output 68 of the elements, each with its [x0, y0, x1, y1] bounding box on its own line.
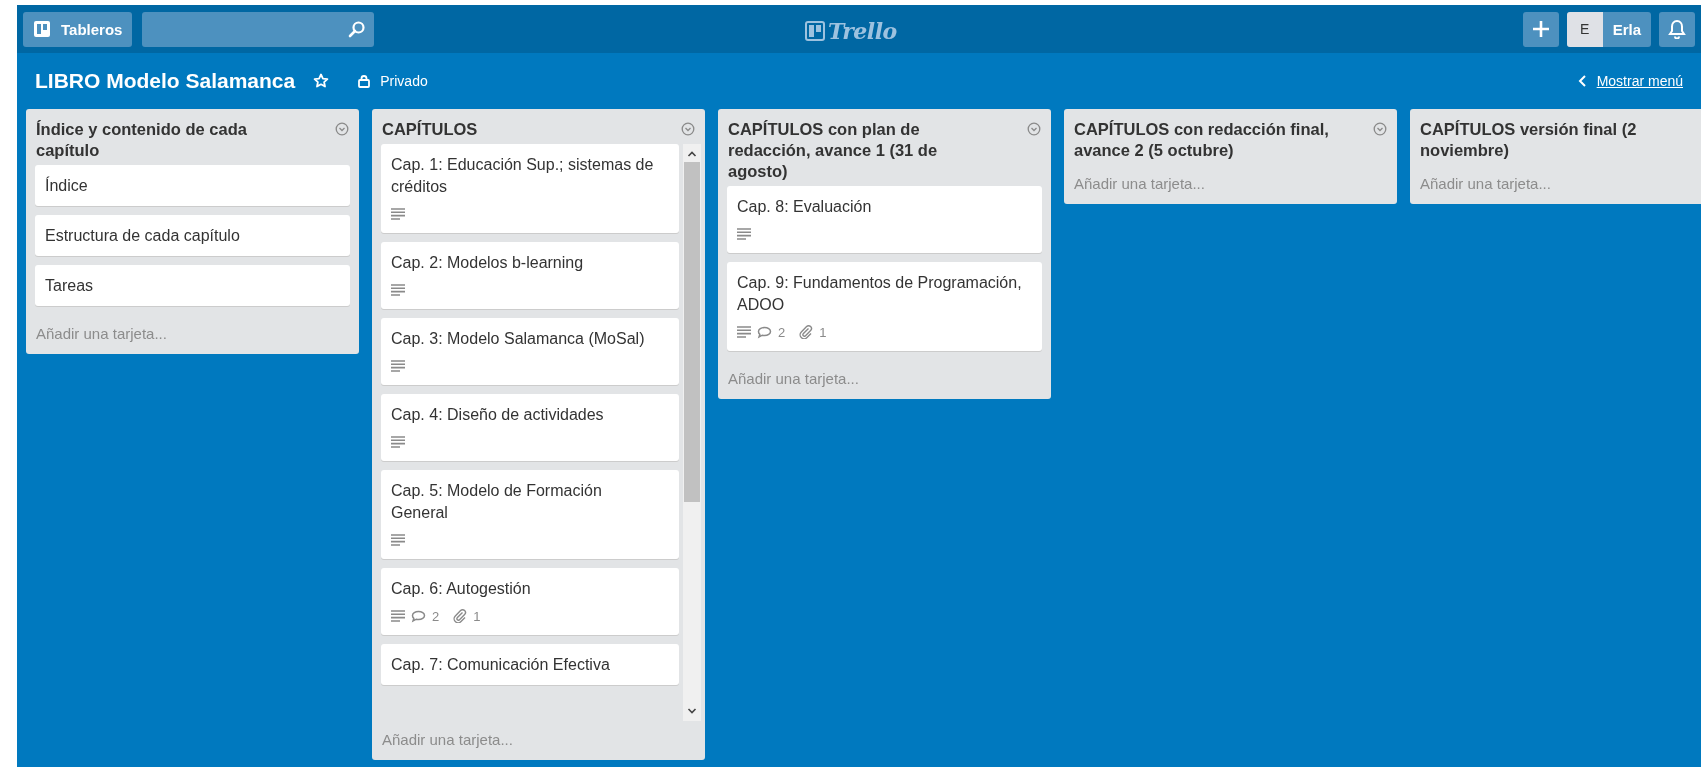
user-button[interactable]: E Erla: [1566, 11, 1651, 47]
card-title: Cap. 6: Autogestión: [391, 579, 532, 599]
card[interactable]: Cap. 9: Fundamentos de Programación, ADOO 2 1: [727, 262, 1042, 351]
description-icon: [391, 436, 405, 448]
boards-icon: [33, 20, 51, 38]
card[interactable]: Cap. 6: Autogestión 2 1: [381, 568, 679, 635]
search-field[interactable]: [142, 11, 375, 47]
notifications-button[interactable]: [1659, 11, 1695, 47]
bell-icon: [1668, 19, 1686, 39]
comment-count: 2: [432, 608, 440, 624]
visibility-button[interactable]: Privado: [347, 69, 438, 93]
card-title: Índice: [45, 175, 89, 196]
star-icon: [313, 73, 330, 89]
trello-logo-icon: [805, 21, 825, 41]
board-title[interactable]: LIBRO Modelo Salamanca: [35, 69, 296, 93]
logo-text: Trello: [828, 18, 897, 44]
show-menu-link[interactable]: Mostrar menú: [1576, 73, 1683, 89]
chevron-down-icon: [1373, 122, 1387, 136]
chevron-down-icon: [335, 122, 349, 136]
attachment-icon: [799, 325, 814, 339]
list-title[interactable]: CAPÍTULOS con plan de redacción, avance 1 (31 de agosto): [728, 119, 1017, 182]
card-title: Cap. 2: Modelos b-learning: [391, 253, 585, 273]
description-icon: [737, 228, 751, 240]
card-title: Tareas: [45, 276, 95, 296]
card[interactable]: Cap. 7: Comunicación Efectiva: [381, 644, 679, 685]
attachment-count: 1: [819, 324, 827, 340]
scroll-down-icon: [687, 707, 697, 715]
lock-icon: [357, 74, 372, 88]
card-title: Cap. 7: Comunicación Efectiva: [391, 655, 611, 675]
card[interactable]: Cap. 8: Evaluación: [727, 186, 1042, 253]
card-title: Cap. 1: Educación Sup.; sistemas de créditos: [391, 155, 655, 197]
plus-icon: [1531, 20, 1550, 38]
list-title[interactable]: CAPÍTULOS con redacción final, avance 2 (5 octubre): [1074, 119, 1363, 161]
card[interactable]: Cap. 5: Modelo de Formación General: [381, 470, 679, 559]
description-icon: [391, 534, 405, 546]
card[interactable]: Cap. 1: Educación Sup.; sistemas de créditos: [381, 144, 679, 233]
chevron-down-icon: [681, 122, 695, 136]
card[interactable]: Cap. 3: Modelo Salamanca (MoSal): [381, 318, 679, 385]
search-icon: [348, 20, 367, 38]
list-title[interactable]: Índice y contenido de cada capítulo: [36, 119, 325, 161]
list-title[interactable]: CAPÍTULOS: [382, 119, 671, 140]
description-icon: [391, 284, 405, 296]
card-title: Cap. 9: Fundamentos de Programación, ADOO: [737, 273, 1023, 315]
card-title: Cap. 5: Modelo de Formación General: [391, 481, 603, 523]
comment-icon: [757, 325, 772, 339]
attachment-count: 1: [473, 608, 481, 624]
avatar: E: [1566, 11, 1603, 47]
description-icon: [391, 610, 405, 622]
description-icon: [391, 208, 405, 220]
card[interactable]: Cap. 2: Modelos b-learning: [381, 242, 679, 309]
scroll-up-icon: [687, 150, 697, 158]
chevron-left-icon: [1576, 74, 1587, 88]
card[interactable]: Índice: [35, 165, 350, 206]
description-icon: [737, 326, 751, 338]
card-title: Cap. 3: Modelo Salamanca (MoSal): [391, 329, 646, 349]
list-title[interactable]: CAPÍTULOS versión final (2 noviembre): [1420, 119, 1701, 161]
card[interactable]: Estructura de cada capítulo: [35, 215, 350, 256]
comment-count: 2: [778, 324, 786, 340]
card-title: Cap. 4: Diseño de actividades: [391, 405, 605, 425]
description-icon: [391, 360, 405, 372]
add-button[interactable]: [1522, 11, 1559, 47]
attachment-icon: [453, 609, 468, 623]
card-title: Estructura de cada capítulo: [45, 226, 241, 246]
comment-icon: [411, 609, 426, 623]
card[interactable]: Tareas: [35, 265, 350, 306]
card[interactable]: Cap. 4: Diseño de actividades: [381, 394, 679, 461]
card-title: Cap. 8: Evaluación: [737, 197, 873, 217]
chevron-down-icon: [1027, 122, 1041, 136]
